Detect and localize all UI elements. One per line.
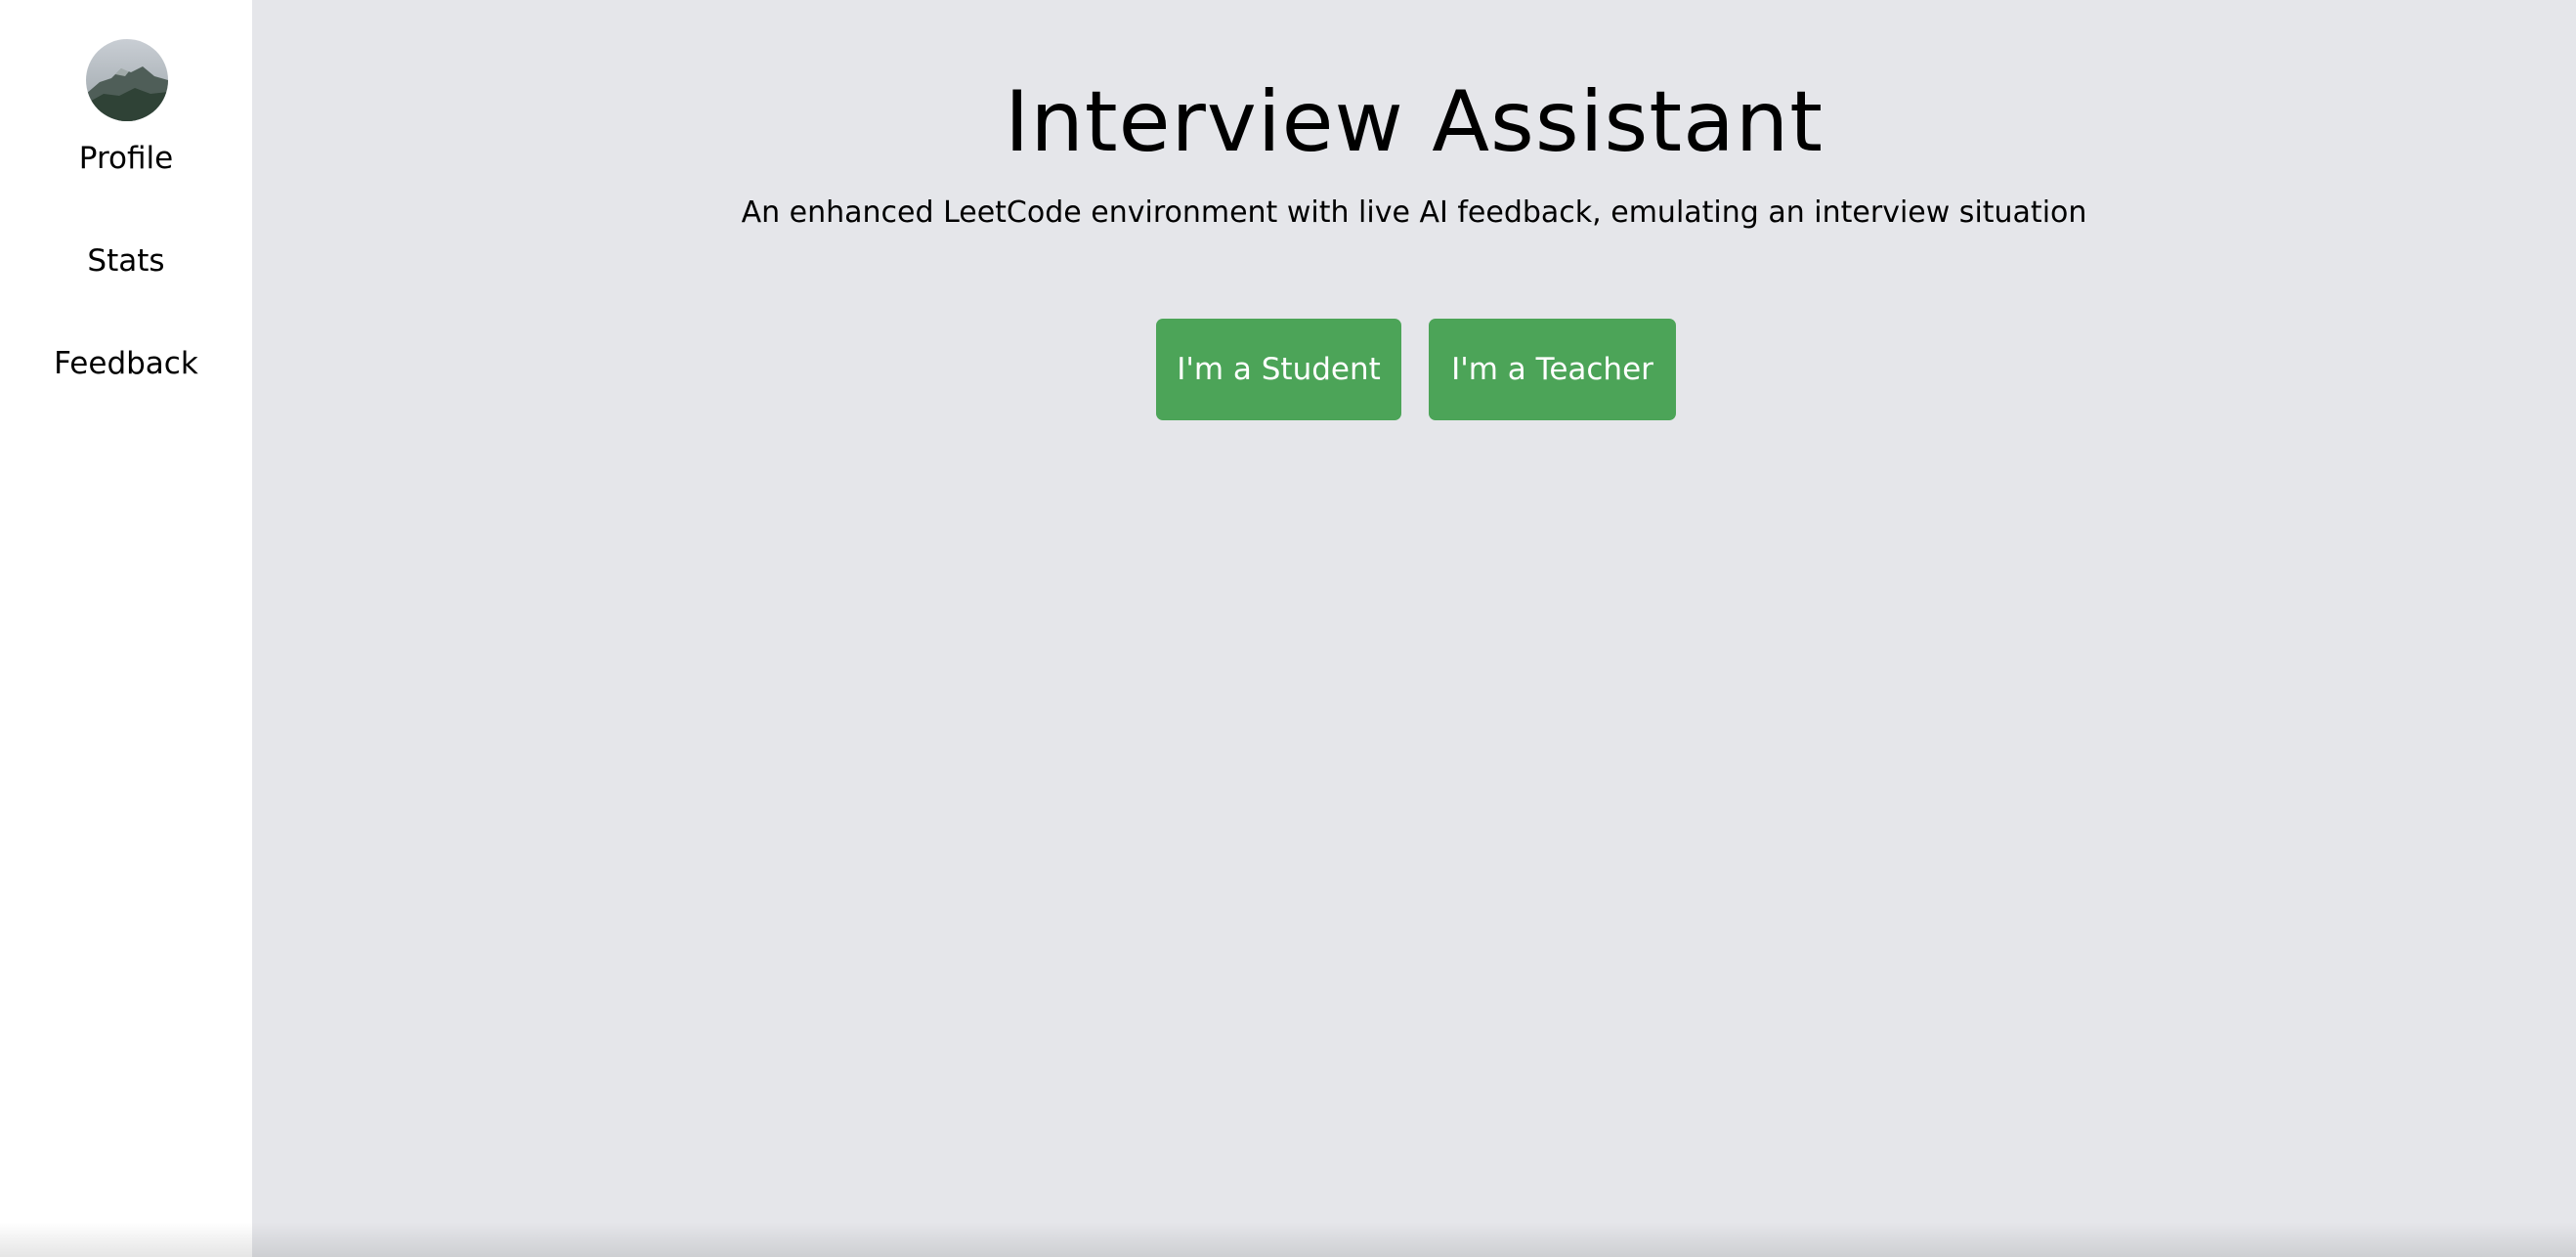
- avatar-image: [86, 39, 168, 121]
- sidebar-item-profile[interactable]: Profile: [0, 139, 252, 178]
- app-window: Profile Stats Feedback Interview Assista…: [0, 0, 2576, 1257]
- avatar[interactable]: [86, 39, 168, 121]
- sidebar-item-stats[interactable]: Stats: [0, 241, 252, 281]
- sidebar: Profile Stats Feedback: [0, 0, 252, 1257]
- main-content: Interview Assistant An enhanced LeetCode…: [252, 0, 2576, 1257]
- teacher-button[interactable]: I'm a Teacher: [1429, 319, 1676, 420]
- sidebar-item-feedback[interactable]: Feedback: [0, 344, 252, 383]
- page-subtitle: An enhanced LeetCode environment with li…: [741, 195, 2087, 230]
- page-title: Interview Assistant: [1004, 73, 1824, 171]
- student-button[interactable]: I'm a Student: [1156, 319, 1401, 420]
